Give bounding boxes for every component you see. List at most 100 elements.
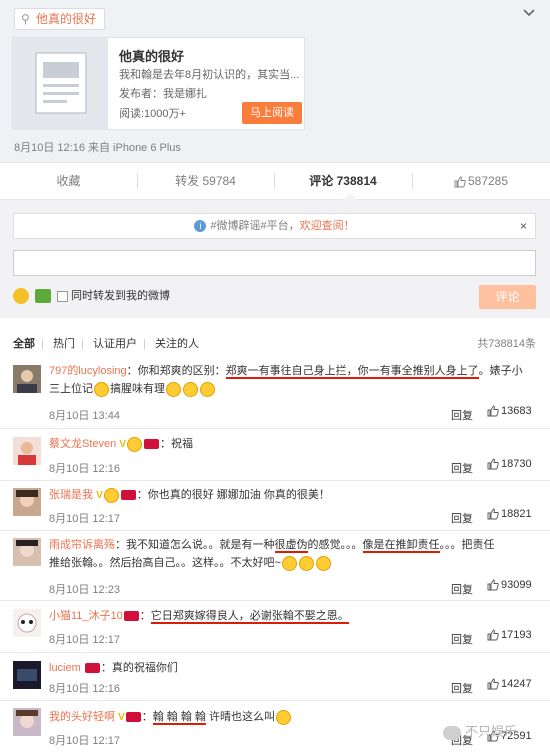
reply-button[interactable]: 回复 xyxy=(451,460,473,476)
comment-item: 797的lucylosing：你和郑爽的区别：郑爽一有事往自己身上拦，你一有事全… xyxy=(0,358,550,428)
topic-tag[interactable]: ⚲ 他真的很好 xyxy=(14,8,106,30)
like-count: 13683 xyxy=(501,405,532,417)
like-button[interactable]: 18821 xyxy=(487,508,532,520)
comment-username[interactable]: 蔡文龙Steven xyxy=(49,438,116,450)
article-title: 他真的很好 xyxy=(119,49,185,64)
emoji-icon xyxy=(298,555,314,571)
article-card[interactable]: 他真的很好 我和翰是去年8月初认识的，其实当... 发布者：我是娜扎 阅读:10… xyxy=(12,37,305,130)
emoji-icon xyxy=(315,555,331,571)
verified-badge: V xyxy=(118,712,125,723)
watermark: 不只娱乐 xyxy=(443,720,543,744)
reply-button[interactable]: 回复 xyxy=(451,631,473,647)
divider: | xyxy=(143,338,146,350)
repost-button[interactable]: 转发 59784 xyxy=(137,163,274,199)
filter-verified[interactable]: 认证用户 xyxy=(93,333,137,355)
comment-username[interactable]: 张瑞是我 xyxy=(49,489,93,501)
avatar[interactable] xyxy=(13,538,41,566)
reply-button[interactable]: 回复 xyxy=(451,680,473,696)
submit-comment-button[interactable]: 评论 xyxy=(479,285,536,309)
comment-content: ：你和郑爽的区别： xyxy=(126,365,226,377)
comment-username[interactable]: luciem xyxy=(49,662,81,674)
avatar[interactable] xyxy=(13,365,41,393)
like-count: 93099 xyxy=(501,579,532,591)
article-desc: 我和翰是去年8月初认识的，其实当... xyxy=(119,69,300,81)
avatar[interactable] xyxy=(13,609,41,637)
like-button[interactable]: 587285 xyxy=(412,163,550,199)
emoji-icon xyxy=(94,381,109,397)
comment-content: 推给张翰。。然后抬高自己。。这样。。不太好吧~ xyxy=(49,557,281,569)
wechat-icon xyxy=(443,725,461,740)
comment-item: 张瑞是我 V ：你也真的很好 娜娜加油 你真的很美！ 8月10日 12:17 回复… xyxy=(0,480,550,530)
comment-username[interactable]: 小猫11_沐子10 xyxy=(49,610,123,622)
favorite-button[interactable]: 收藏 xyxy=(0,163,137,199)
reply-button[interactable]: 回复 xyxy=(451,407,473,423)
info-icon: i xyxy=(194,220,207,232)
comment-item: 雨成帘诉离殇：我不知道怎么说。。就是有一种很虚伪的感觉。。。像是在推卸责任。。。… xyxy=(0,530,550,600)
close-icon[interactable]: × xyxy=(520,214,527,238)
like-count: 14247 xyxy=(501,678,532,690)
emoji-icon xyxy=(281,555,297,571)
like-button[interactable]: 17193 xyxy=(487,629,532,641)
comment-username[interactable]: 雨成帘诉离殇 xyxy=(49,539,115,551)
emoji-icon[interactable] xyxy=(13,288,29,305)
divider: | xyxy=(41,338,44,350)
member-badge xyxy=(84,663,100,674)
thumbs-up-icon xyxy=(487,405,499,417)
like-button[interactable]: 13683 xyxy=(487,405,532,417)
chevron-down-icon[interactable] xyxy=(522,6,536,20)
emoji-icon xyxy=(275,709,291,725)
comment-time: 8月10日 12:23 xyxy=(49,584,120,596)
like-button[interactable]: 93099 xyxy=(487,579,532,591)
sync-label: 同时转发到我的微博 xyxy=(71,290,170,302)
comment-text: luciem ：真的祝福你们 xyxy=(49,659,178,677)
comment-content: ： xyxy=(141,711,153,723)
read-now-button[interactable]: 马上阅读 xyxy=(242,102,302,124)
filter-hot[interactable]: 热门 xyxy=(53,333,75,355)
comment-content: 许晴也这么叫 xyxy=(205,711,275,723)
comment-time: 8月10日 12:17 xyxy=(49,735,120,747)
comment-time: 8月10日 12:16 xyxy=(49,683,120,695)
emoji-icon xyxy=(183,381,198,397)
comment-item: 小猫11_沐子10 ：它日郑爽嫁得良人，必谢张翰不娶之恩。 8月10日 12:17… xyxy=(0,600,550,652)
comment-username[interactable]: 797的lucylosing xyxy=(49,365,127,377)
comment-input[interactable] xyxy=(13,250,536,276)
avatar[interactable] xyxy=(13,708,41,736)
comment-time: 8月10日 13:44 xyxy=(49,410,120,422)
verified-badge: V xyxy=(96,490,103,501)
comment-highlight: 翰 翰 翰 翰 xyxy=(152,711,206,725)
avatar[interactable] xyxy=(13,488,41,516)
member-badge xyxy=(143,439,159,450)
document-icon xyxy=(35,52,87,114)
notice-link[interactable]: 欢迎查阅！ xyxy=(300,220,355,232)
comment-content: 三上位记 xyxy=(49,383,93,395)
comment-highlight: 郑爽一有事往自己身上拦，你一有事全推别人身上了 xyxy=(225,365,479,379)
image-icon[interactable] xyxy=(35,289,51,304)
like-button[interactable]: 18730 xyxy=(487,458,532,470)
avatar[interactable] xyxy=(13,437,41,465)
member-badge xyxy=(120,490,136,501)
emoji-icon xyxy=(200,381,215,397)
comment-highlight: 它日郑爽嫁得良人，必谢张翰不娶之恩。 xyxy=(150,610,349,624)
post-meta: 8月10日 12:16 来自 iPhone 6 Plus xyxy=(14,142,181,154)
comment-time: 8月10日 12:17 xyxy=(49,634,120,646)
article-thumbnail xyxy=(13,38,108,129)
filter-all[interactable]: 全部 xyxy=(13,333,35,355)
comment-filter-bar: 全部 | 热门 | 认证用户 | 关注的人 xyxy=(0,333,550,355)
reply-button[interactable]: 回复 xyxy=(451,581,473,597)
sync-checkbox[interactable] xyxy=(57,290,68,302)
notice-text: #微博辟谣#平台， xyxy=(210,220,300,232)
comment-text: 蔡文龙Steven V ：祝福 xyxy=(49,435,193,454)
comment-time: 8月10日 12:16 xyxy=(49,463,120,475)
rumor-notice: i #微博辟谣#平台，欢迎查阅！ × xyxy=(13,213,536,239)
emoji-icon xyxy=(126,436,142,452)
comment-content: ： xyxy=(139,610,151,622)
thumbs-up-icon xyxy=(487,629,499,641)
reply-button[interactable]: 回复 xyxy=(451,510,473,526)
filter-following[interactable]: 关注的人 xyxy=(155,333,199,355)
comment-username[interactable]: 我的头好轻啊 xyxy=(49,711,115,723)
avatar[interactable] xyxy=(13,661,41,689)
comment-content: 。婊子小 xyxy=(478,365,523,377)
emoji-icon xyxy=(166,381,181,397)
comment-content: ：祝福 xyxy=(159,438,193,450)
like-button[interactable]: 14247 xyxy=(487,678,532,690)
